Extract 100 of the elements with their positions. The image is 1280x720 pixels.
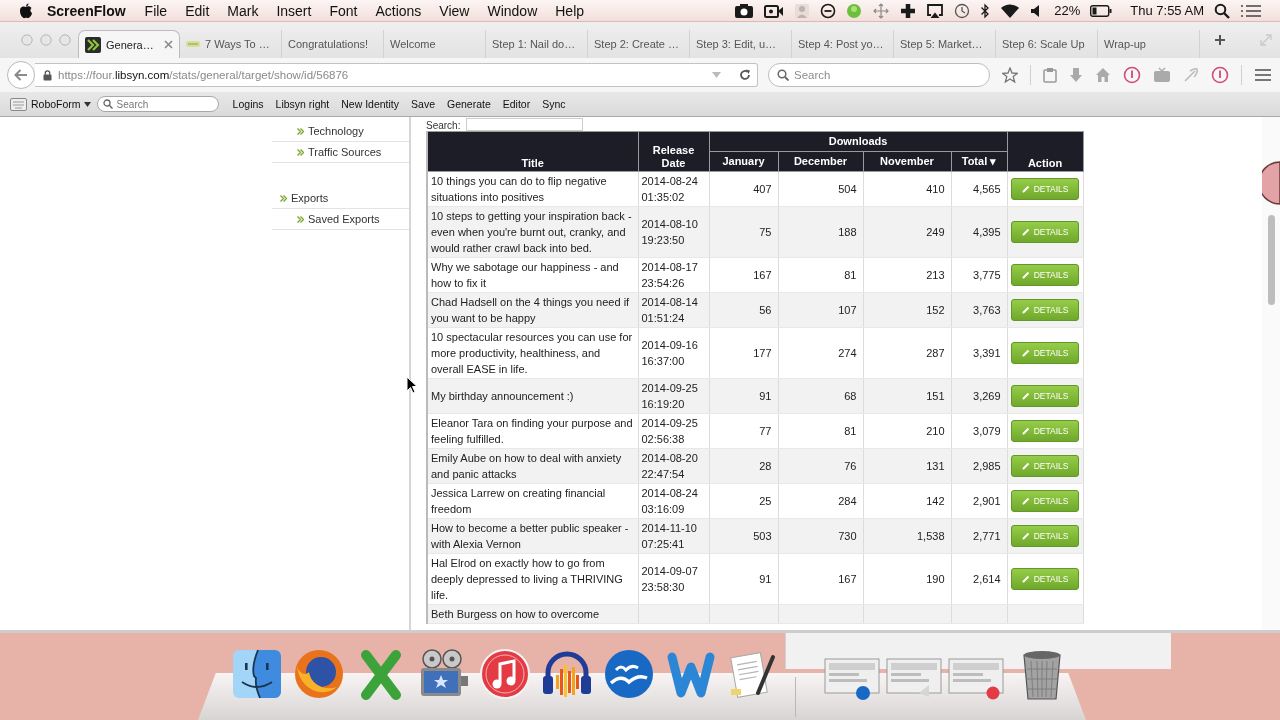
clock-icon[interactable] <box>954 2 971 19</box>
menu-item[interactable]: Insert <box>267 2 321 19</box>
video-camera-icon[interactable] <box>764 2 785 19</box>
table-cell: Hal Elrod on exactly how to go from deeply depressed to living a THRIVING life. <box>427 553 638 605</box>
status-dot-icon[interactable] <box>846 2 863 19</box>
double-chevron-icon <box>297 215 304 223</box>
table-cell: 56 <box>709 292 778 328</box>
menu-item[interactable]: Mark <box>218 2 268 19</box>
clipboard-icon[interactable] <box>1043 67 1057 83</box>
home-icon[interactable] <box>1095 67 1111 83</box>
table-cell: 2014-08-24 03:16:09 <box>638 483 709 519</box>
table-cell: 407 <box>709 171 778 207</box>
bookmark-item[interactable]: Editor <box>502 98 531 110</box>
search-field[interactable]: Search <box>96 96 219 112</box>
battery-icon[interactable] <box>1090 4 1113 17</box>
table-cell: 68 <box>778 378 863 414</box>
bookmark-item[interactable]: New Identity <box>341 98 400 110</box>
table-cell: 3,775 <box>951 257 1008 293</box>
move-arrows-icon[interactable] <box>872 2 891 19</box>
pencil-icon <box>1021 228 1030 236</box>
camera-icon[interactable] <box>734 2 755 19</box>
pencil-icon <box>1021 462 1030 470</box>
table-cell: 1,538 <box>863 518 951 554</box>
back-button[interactable] <box>7 61 35 89</box>
bookmark-item[interactable]: Save <box>411 98 435 110</box>
minus-circle-icon[interactable] <box>820 2 837 19</box>
sidebar-item[interactable]: Technology <box>272 121 409 142</box>
bluetooth-icon[interactable] <box>980 2 991 19</box>
search-label: Search: <box>426 120 461 131</box>
menu-item[interactable]: File <box>135 2 177 19</box>
table-cell: 2014-08-24 01:35:02 <box>638 171 709 207</box>
menu-item[interactable]: Font <box>320 2 367 19</box>
menu-item[interactable]: Help <box>546 2 594 19</box>
plus-icon[interactable] <box>1214 34 1226 46</box>
browser-tab[interactable]: Genera… <box>78 30 180 58</box>
table-cell: 2014-08-10 19:23:50 <box>638 206 709 258</box>
sidebar-item[interactable]: Exports <box>272 188 409 209</box>
double-chevron-icon <box>280 194 287 202</box>
power-icon[interactable] <box>1123 66 1141 84</box>
smiling-face-icon[interactable] <box>230 647 284 701</box>
menu-bar-clock[interactable]: Thu 7:55 AM <box>1130 3 1204 18</box>
seagulls-icon[interactable] <box>602 647 656 701</box>
column-group-header: Downloads <box>709 131 1008 152</box>
caret-icon <box>83 101 91 107</box>
music-note-icon[interactable] <box>478 647 532 701</box>
pencil-icon <box>1021 392 1030 400</box>
table-cell: 249 <box>863 206 951 258</box>
circle-marker-icon <box>1262 161 1280 205</box>
wifi-icon[interactable] <box>1000 2 1021 19</box>
column-header[interactable]: Release Date <box>638 131 709 172</box>
search-icon[interactable] <box>1214 2 1230 19</box>
mouse-pointer-icon <box>406 376 418 394</box>
pencil-icon <box>1021 532 1030 540</box>
table-cell: 2014-09-25 02:56:38 <box>638 413 709 449</box>
lock-icon <box>43 69 52 81</box>
table-cell: 131 <box>863 448 951 484</box>
tv-icon[interactable] <box>1153 67 1171 83</box>
reload-icon[interactable] <box>739 69 751 81</box>
table-cell: 76 <box>778 448 863 484</box>
table-cell: 284 <box>778 483 863 519</box>
scrollbar-thumb[interactable] <box>1268 215 1275 305</box>
search-field[interactable]: Search <box>768 63 990 87</box>
menu-item[interactable]: View <box>430 2 479 19</box>
app-menu[interactable]: ScreenFlow <box>47 2 136 19</box>
sidebar-item[interactable]: Saved Exports <box>272 209 409 230</box>
double-chevron-icon <box>297 148 304 156</box>
search-input[interactable] <box>466 118 584 131</box>
sidebar-item[interactable]: Traffic Sources <box>272 142 409 163</box>
column-header[interactable]: Action <box>1007 131 1084 172</box>
column-header[interactable]: Title <box>427 131 638 172</box>
dropdown-button[interactable]: RoboForm <box>27 98 91 110</box>
table-cell: 4,395 <box>951 206 1008 258</box>
bookmark-item[interactable]: Libsyn right <box>275 98 330 110</box>
apple-logo-icon[interactable] <box>19 2 33 19</box>
table-cell: Jessica Larrew on creating financial freedom <box>427 483 638 519</box>
star-icon[interactable] <box>1002 67 1018 83</box>
table-cell: 10 things you can do to flip negative situations into positives <box>427 171 638 207</box>
table-cell: 2,614 <box>951 553 1008 605</box>
airplay-icon[interactable] <box>926 2 945 19</box>
menu-item[interactable]: Edit <box>176 2 219 19</box>
plus-icon[interactable] <box>900 2 917 19</box>
list-icon[interactable] <box>1240 2 1262 19</box>
menu-icon[interactable] <box>1254 68 1272 82</box>
menu-item[interactable]: Window <box>478 2 547 19</box>
bookmark-item[interactable]: Sync <box>542 98 566 110</box>
address-field[interactable]: https://four.libsyn.com/stats/general/target/show/id/56876 <box>35 63 758 87</box>
menu-item[interactable]: Actions <box>366 2 431 19</box>
table-cell: 2,771 <box>951 518 1008 554</box>
close-icon[interactable] <box>164 40 173 49</box>
table-cell: 503 <box>709 518 778 554</box>
arrow-left-icon <box>14 69 28 81</box>
table-cell: 190 <box>863 553 951 605</box>
bookmark-item[interactable]: Generate <box>447 98 491 110</box>
fox-globe-icon[interactable] <box>292 647 346 701</box>
search-icon <box>777 69 789 81</box>
power-icon[interactable] <box>1211 66 1229 84</box>
bookmark-item[interactable]: Logins <box>232 98 264 110</box>
download-icon[interactable] <box>1069 67 1083 83</box>
search-icon <box>102 99 113 109</box>
keyboard-icon[interactable] <box>10 97 27 111</box>
